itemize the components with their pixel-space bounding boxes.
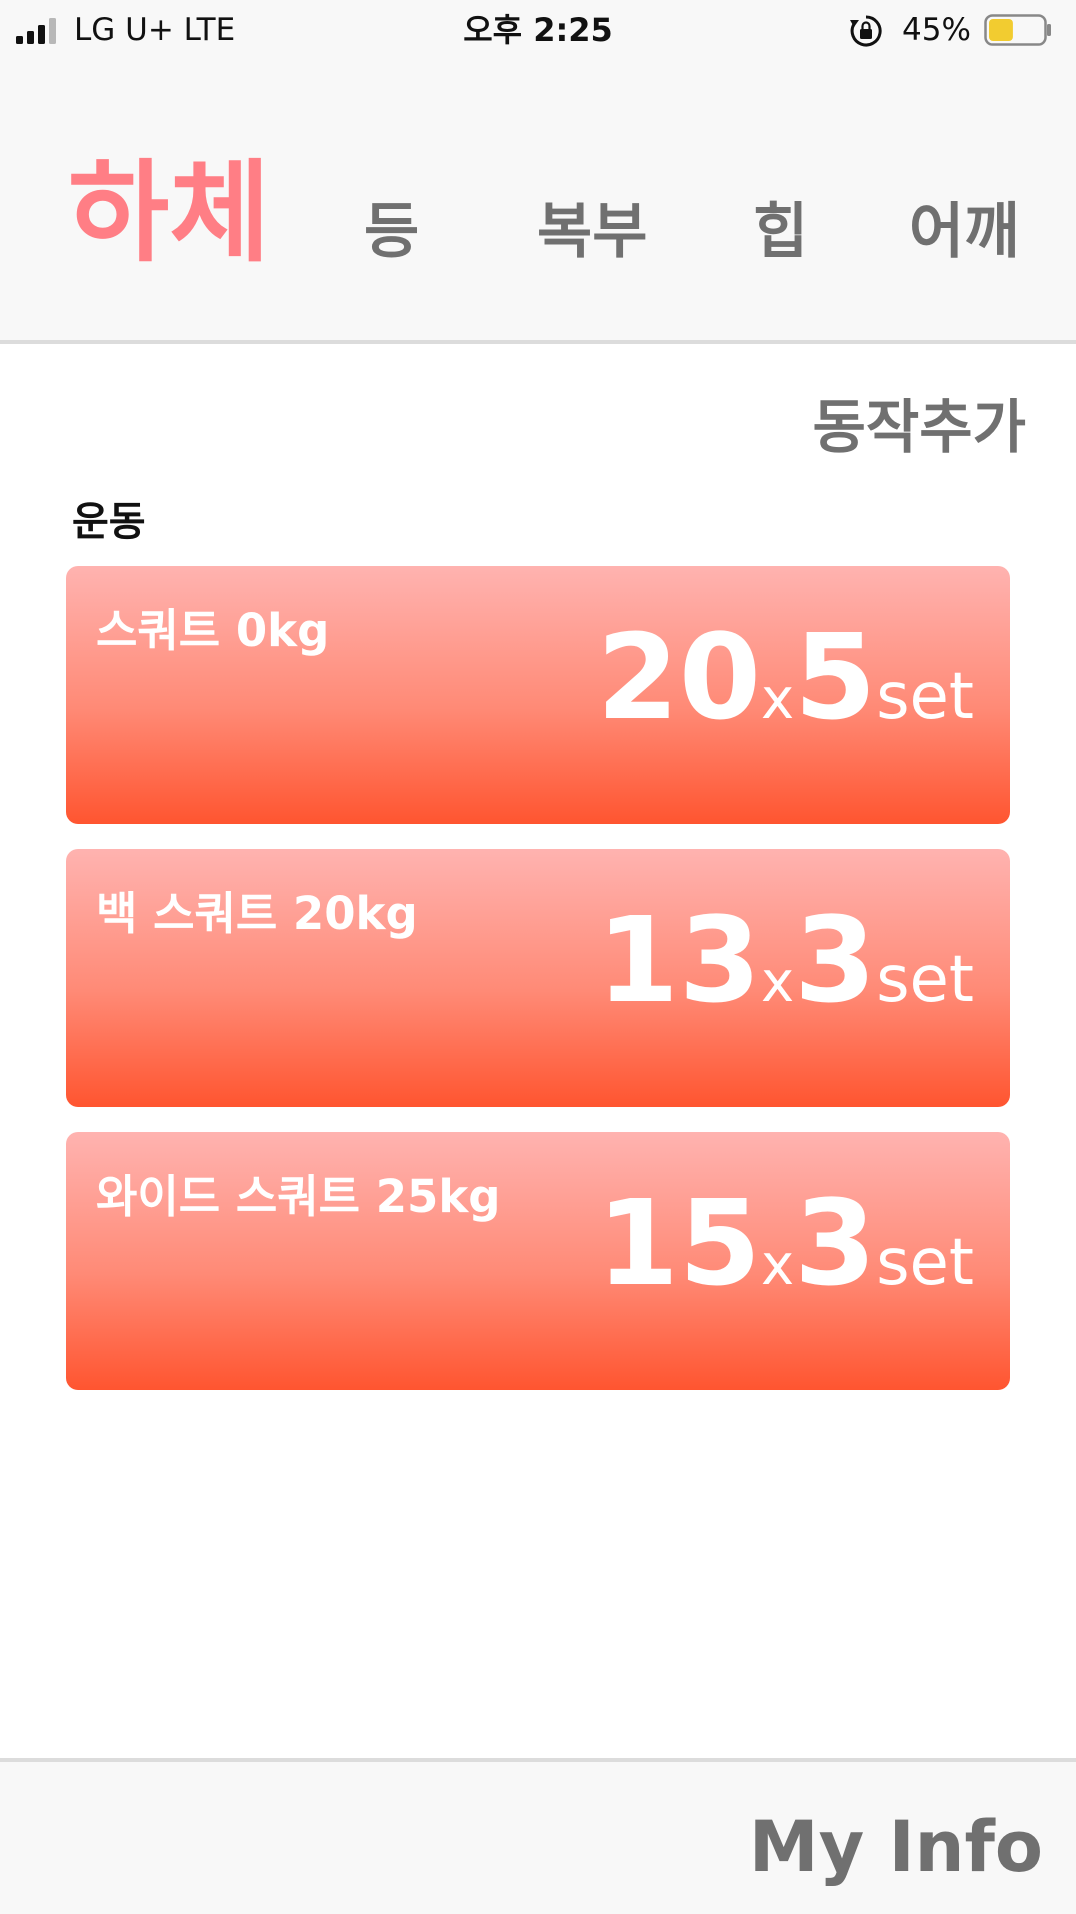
tab-lower-body[interactable]: 하체 xyxy=(68,158,270,268)
times-label: x xyxy=(760,1233,795,1298)
category-tab-bar: 하체 등 복부 힙 어깨 xyxy=(0,62,1076,340)
exercise-card[interactable]: 스쿼트 0kg 20x5set xyxy=(66,566,1010,824)
set-label: set xyxy=(876,1226,974,1300)
set-label: set xyxy=(876,943,974,1017)
battery-icon xyxy=(984,14,1051,46)
exercise-name: 스쿼트 0kg xyxy=(96,604,330,657)
tab-shoulder[interactable]: 어깨 xyxy=(909,202,1019,262)
exercise-stats: 15x3set xyxy=(597,1184,974,1302)
set-label: set xyxy=(876,660,974,734)
add-exercise-button[interactable]: 동작추가 xyxy=(813,398,1026,456)
tab-hip[interactable]: 힙 xyxy=(753,202,808,262)
exercise-stats: 20x5set xyxy=(597,618,974,736)
status-bar: LG U+ LTE 오후 2:25 45% xyxy=(0,0,1076,62)
exercise-reps: 13 xyxy=(596,891,761,1029)
battery-percent: 45% xyxy=(902,12,971,48)
times-label: x xyxy=(760,667,795,732)
tab-abs[interactable]: 복부 xyxy=(537,202,647,262)
exercise-card[interactable]: 와이드 스쿼트 25kg 15x3set xyxy=(66,1132,1010,1390)
section-label: 운동 xyxy=(72,499,146,545)
exercise-name: 백 스쿼트 20kg xyxy=(96,887,418,940)
exercise-sets: 3 xyxy=(794,1174,877,1312)
tab-back[interactable]: 등 xyxy=(364,202,419,262)
header-divider xyxy=(0,340,1076,344)
bottom-bar: My Info xyxy=(0,1762,1076,1914)
exercise-sets: 5 xyxy=(794,608,877,746)
exercise-reps: 20 xyxy=(596,608,761,746)
exercise-card[interactable]: 백 스쿼트 20kg 13x3set xyxy=(66,849,1010,1107)
exercise-sets: 3 xyxy=(794,891,877,1029)
rotation-lock-icon xyxy=(850,15,882,47)
times-label: x xyxy=(760,950,795,1015)
exercise-name: 와이드 스쿼트 25kg xyxy=(96,1170,501,1223)
my-info-button[interactable]: My Info xyxy=(749,1812,1043,1882)
exercise-stats: 13x3set xyxy=(597,901,974,1019)
exercise-reps: 15 xyxy=(596,1174,761,1312)
